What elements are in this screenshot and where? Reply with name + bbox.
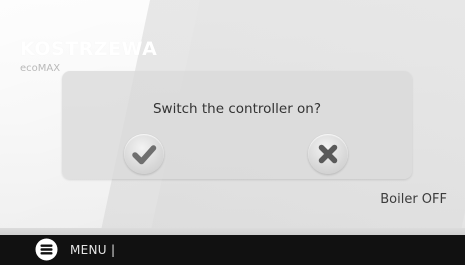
boiler-status: Boiler OFF bbox=[380, 192, 447, 207]
cancel-button[interactable] bbox=[308, 134, 348, 174]
menu-label[interactable]: MENU | bbox=[70, 243, 115, 257]
dialog-question: Switch the controller on? bbox=[152, 101, 322, 117]
confirm-button[interactable] bbox=[124, 134, 164, 174]
menu-icon bbox=[35, 238, 58, 261]
divider bbox=[0, 228, 465, 235]
check-icon bbox=[132, 145, 157, 165]
model-label: ecoMAX bbox=[20, 63, 61, 74]
menu-button[interactable] bbox=[35, 238, 58, 261]
confirm-dialog: Switch the controller on? bbox=[62, 71, 412, 179]
controller-screen: KOSTRZEWA ecoMAX Switch the controller o… bbox=[0, 0, 465, 265]
close-icon bbox=[318, 144, 338, 164]
bottom-bar: MENU | bbox=[0, 235, 465, 265]
brand-logo: KOSTRZEWA bbox=[20, 38, 158, 60]
